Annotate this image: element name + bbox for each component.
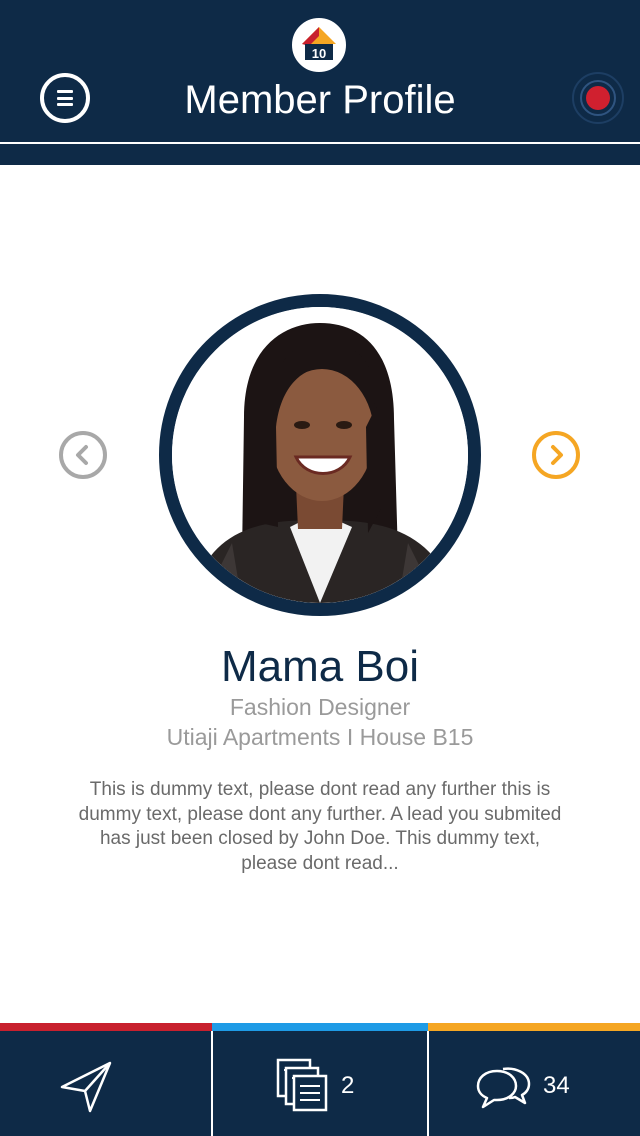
app-logo: 10 [290, 16, 348, 74]
tab-stripe-red [0, 1023, 212, 1031]
tab-stripe-blue [212, 1023, 428, 1031]
record-icon [586, 86, 610, 110]
page-title: Member Profile [184, 78, 456, 122]
tab-messages[interactable]: 34 [429, 1031, 640, 1136]
chevron-left-icon [76, 445, 88, 465]
documents-count: 2 [341, 1072, 355, 1099]
chevron-right-icon [551, 445, 563, 465]
member-bio: This is dummy text, please dont read any… [78, 779, 562, 874]
header-divider [0, 142, 640, 144]
portrait-image [172, 307, 468, 603]
send-icon [60, 1061, 112, 1113]
app-header: 10 Member Profile [0, 0, 640, 165]
profile-avatar [159, 294, 481, 616]
next-member-button[interactable] [532, 431, 580, 479]
previous-member-button[interactable] [59, 431, 107, 479]
record-button[interactable] [572, 72, 624, 124]
messages-count: 34 [543, 1072, 570, 1099]
tab-send[interactable] [0, 1031, 211, 1136]
chat-bubbles-icon [476, 1067, 531, 1109]
member-name: Mama Boi [220, 642, 420, 691]
member-role: Fashion Designer [229, 694, 411, 720]
bottom-tab-bar: 2 34 [0, 1023, 640, 1136]
member-address: Utiaji Apartments I House B15 [166, 724, 474, 750]
logo-badge-text: 10 [312, 46, 326, 61]
house-logo-icon: 10 [302, 27, 336, 61]
tab-stripe-orange [428, 1023, 640, 1031]
tab-documents[interactable]: 2 [213, 1031, 427, 1136]
documents-icon [276, 1058, 328, 1112]
